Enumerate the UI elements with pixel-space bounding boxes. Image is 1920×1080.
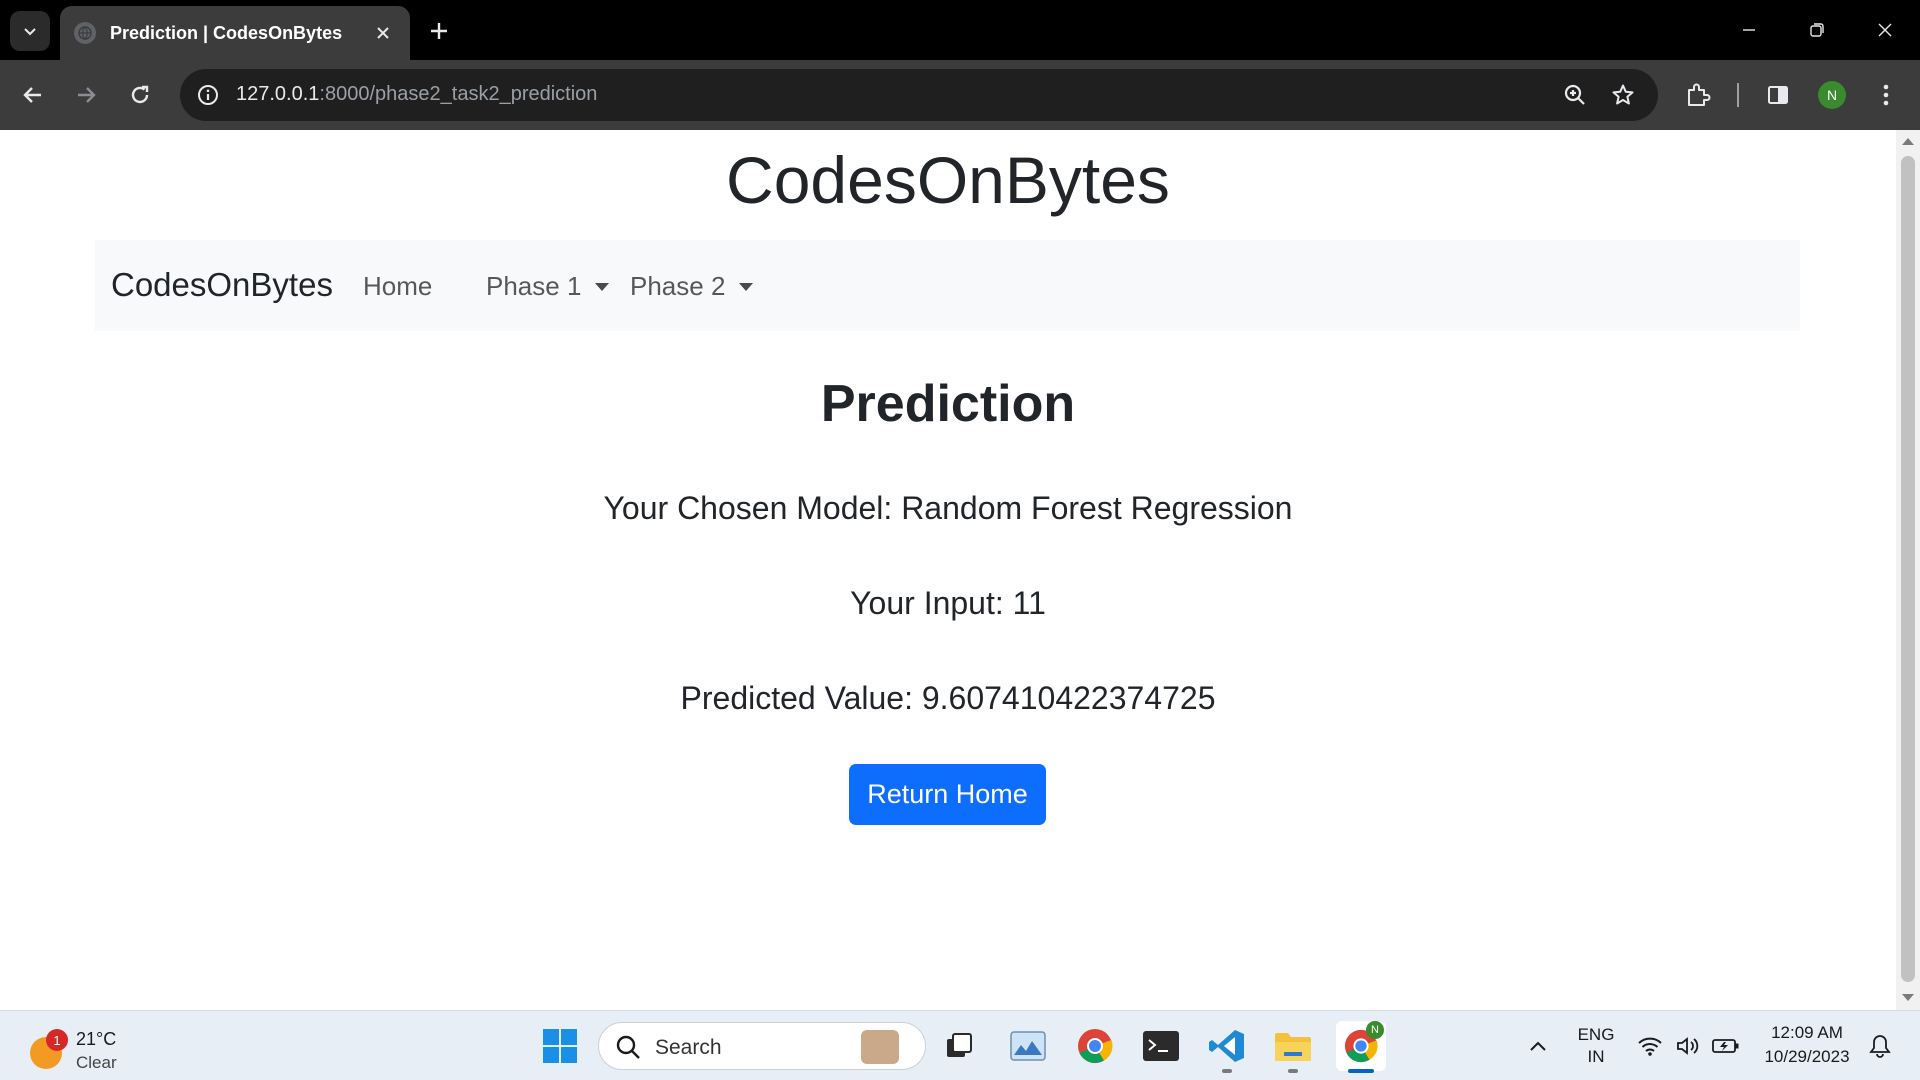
windows-start-icon[interactable] [538, 1024, 582, 1068]
reload-icon [131, 85, 149, 104]
active-app-indicator [1348, 1069, 1374, 1073]
caret-down-icon [739, 282, 754, 291]
caret-down-icon [595, 282, 610, 291]
nav-dropdown-phase-2[interactable]: Phase 2 [630, 271, 754, 302]
kebab-menu-icon[interactable] [1868, 77, 1904, 113]
page-heading: Prediction [820, 375, 1076, 433]
windows-taskbar: 1 21°C Clear Search N ENG IN 12:09 AM 10… [0, 1010, 1920, 1080]
extensions-icon[interactable] [1680, 77, 1716, 113]
chevron-up-icon[interactable] [1518, 1024, 1558, 1068]
arrow-right-icon [78, 87, 96, 103]
toolbar-separator [1737, 83, 1739, 107]
address-bar[interactable]: 127.0.0.1:8000/phase2_task2_prediction [180, 69, 1658, 121]
notification-bell-icon[interactable] [1860, 1024, 1900, 1068]
profile-avatar[interactable]: N [1818, 81, 1846, 109]
close-icon [1878, 23, 1892, 37]
chosen-model-text: Your Chosen Model: Random Forest Regress… [603, 490, 1293, 526]
input-value-text: Your Input: 11 [850, 585, 1046, 621]
taskbar-search[interactable]: Search [598, 1022, 926, 1070]
vscode-app-icon[interactable] [1205, 1024, 1249, 1068]
photos-app-icon[interactable] [1006, 1024, 1050, 1068]
terminal-app-icon[interactable] [1139, 1024, 1183, 1068]
tab-close-button[interactable] [370, 20, 396, 46]
scroll-up-arrow-icon[interactable] [1902, 138, 1914, 145]
tab-title: Prediction | CodesOnBytes [110, 22, 343, 43]
search-highlight-icon [861, 1030, 899, 1064]
forward-button[interactable] [66, 75, 106, 115]
site-title: CodesOnBytes [726, 143, 1170, 217]
bookmark-star-icon[interactable] [1608, 80, 1638, 110]
side-panel-icon[interactable] [1760, 77, 1796, 113]
page-viewport: CodesOnBytes CodesOnBytes Home Phase 1 P… [0, 130, 1896, 1010]
nav-dropdown-phase-1[interactable]: Phase 1 [486, 271, 610, 302]
active-tab[interactable]: Prediction | CodesOnBytes [60, 6, 410, 60]
weather-temperature: 21°C [76, 1029, 117, 1049]
return-home-button[interactable]: Return Home [849, 764, 1046, 825]
close-window-button[interactable] [1862, 10, 1908, 50]
browser-toolbar: 127.0.0.1:8000/phase2_task2_prediction N [0, 60, 1920, 130]
nav-link-label: Home [363, 271, 433, 301]
url-path: :8000/phase2_task2_prediction [319, 83, 598, 105]
site-info-icon[interactable] [194, 81, 222, 109]
minimize-button[interactable] [1726, 10, 1772, 50]
browser-titlebar: Prediction | CodesOnBytes [0, 0, 1920, 60]
zoom-icon[interactable] [1560, 80, 1590, 110]
restore-button[interactable] [1794, 10, 1840, 50]
arrow-left-icon [23, 87, 41, 103]
search-placeholder: Search [655, 1036, 722, 1059]
chrome-app-icon[interactable] [1073, 1024, 1117, 1068]
scroll-down-arrow-icon[interactable] [1902, 994, 1914, 1001]
weather-widget[interactable]: 1 21°C Clear [26, 1023, 146, 1072]
new-tab-button[interactable] [424, 16, 454, 46]
app-running-indicator [1288, 1069, 1298, 1073]
tab-search-button[interactable] [10, 11, 50, 51]
site-navbar: CodesOnBytes Home Phase 1 Phase 2 [95, 240, 1800, 331]
restore-icon [1810, 23, 1824, 37]
nav-link-home[interactable]: Home [363, 271, 432, 302]
battery-icon[interactable] [1706, 1024, 1746, 1068]
predicted-value-text: Predicted Value: 9.607410422374725 [680, 680, 1216, 716]
close-icon [377, 27, 389, 39]
chevron-down-icon [24, 28, 36, 36]
volume-icon[interactable] [1668, 1024, 1708, 1068]
reload-button[interactable] [120, 75, 160, 115]
task-view-icon[interactable] [937, 1024, 981, 1068]
app-running-indicator [1222, 1069, 1232, 1073]
file-explorer-icon[interactable] [1271, 1024, 1315, 1068]
wifi-icon[interactable] [1630, 1024, 1670, 1068]
search-icon [616, 1035, 640, 1059]
weather-condition: Clear [76, 1053, 117, 1072]
navbar-brand[interactable]: CodesOnBytes [111, 266, 333, 304]
minimize-icon [1743, 29, 1755, 31]
region-indicator: IN [1587, 1047, 1605, 1066]
language-indicator[interactable]: ENG [1576, 1025, 1616, 1045]
url-text[interactable]: 127.0.0.1:8000/phase2_task2_prediction [236, 83, 597, 106]
plus-icon [431, 23, 447, 39]
nav-link-label: Phase 2 [630, 271, 726, 301]
globe-icon [74, 22, 96, 44]
clock-date[interactable]: 10/29/2023 [1752, 1047, 1862, 1067]
nav-link-label: Phase 1 [486, 271, 582, 301]
url-host: 127.0.0.1 [236, 83, 320, 105]
notification-badge: 1 [46, 1029, 68, 1051]
clock-time[interactable]: 12:09 AM [1752, 1023, 1862, 1043]
chrome-active-app-icon[interactable]: N [1336, 1021, 1386, 1071]
scrollbar-thumb[interactable] [1901, 156, 1915, 982]
page-scrollbar[interactable] [1896, 130, 1920, 1010]
back-button[interactable] [13, 75, 53, 115]
profile-badge: N [1366, 1021, 1384, 1039]
